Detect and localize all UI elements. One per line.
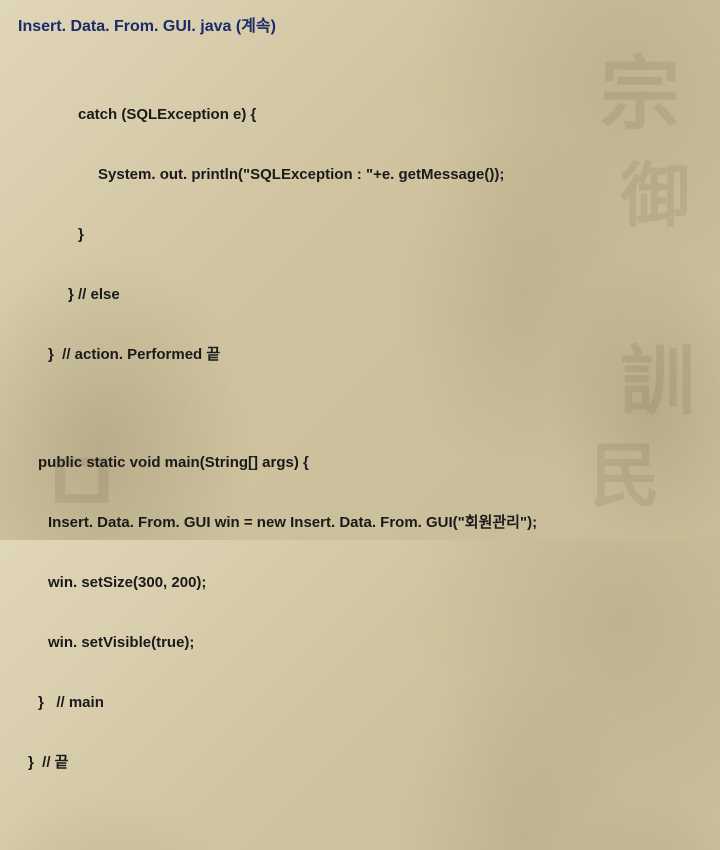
code-line: win. setSize(300, 200); [18, 568, 702, 598]
code-line: public static void main(String[] args) { [18, 448, 702, 478]
code-line: } // main [18, 688, 702, 718]
code-line: catch (SQLException e) { [18, 100, 702, 130]
code-line: } // action. Performed 끝 [18, 340, 702, 370]
slide-title: Insert. Data. From. GUI. java (계속) [18, 12, 702, 36]
code-line: } // else [18, 280, 702, 310]
code-block: catch (SQLException e) { System. out. pr… [18, 70, 702, 838]
code-line: } // 끝 [18, 748, 702, 778]
code-line: System. out. println("SQLException : "+e… [18, 160, 702, 190]
code-line: Insert. Data. From. GUI win = new Insert… [18, 508, 702, 538]
code-line: win. setVisible(true); [18, 628, 702, 658]
slide-content: Insert. Data. From. GUI. java (계속) catch… [0, 0, 720, 850]
code-line: } [18, 220, 702, 250]
